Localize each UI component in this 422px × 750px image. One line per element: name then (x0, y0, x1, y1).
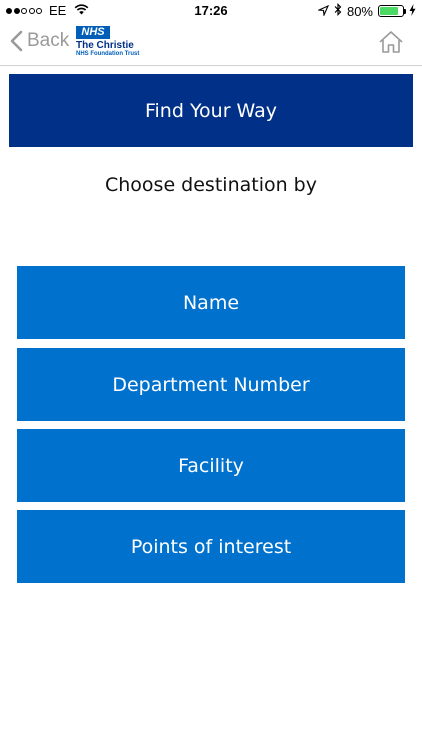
charging-bolt-icon (409, 3, 416, 19)
status-right: 80% (316, 3, 416, 19)
chevron-left-icon (10, 30, 23, 52)
option-department-number-button[interactable]: Department Number (17, 348, 405, 421)
home-icon (379, 31, 403, 53)
page-subtitle: Choose destination by (105, 174, 317, 196)
option-facility-button[interactable]: Facility (17, 429, 405, 502)
back-button[interactable]: Back (10, 30, 69, 52)
christie-logo: NHS The Christie NHS Foundation Trust (76, 26, 146, 62)
option-label: Name (182, 291, 240, 314)
status-bar: EE 17:26 80% (0, 0, 422, 22)
location-arrow-icon (316, 4, 330, 19)
home-button[interactable] (378, 30, 404, 58)
battery-tip (404, 9, 406, 14)
battery-icon (378, 5, 406, 17)
nhs-badge: NHS (76, 26, 110, 39)
bluetooth-icon (334, 3, 342, 19)
option-label: Facility (178, 454, 244, 477)
navigation-bar: Back NHS The Christie NHS Foundation Tru… (0, 22, 422, 66)
battery-percent: 80% (346, 3, 373, 19)
back-label: Back (27, 30, 70, 51)
option-name-button[interactable]: Name (17, 266, 405, 339)
page-title-banner: Find Your Way (9, 74, 413, 147)
option-label: Points of interest (130, 535, 292, 558)
battery-level (380, 7, 398, 15)
logo-trust: NHS Foundation Trust (76, 51, 140, 57)
option-points-of-interest-button[interactable]: Points of interest (17, 510, 405, 583)
option-label: Department Number (112, 373, 310, 396)
page-title: Find Your Way (144, 99, 278, 122)
logo-name: The Christie (76, 40, 134, 51)
